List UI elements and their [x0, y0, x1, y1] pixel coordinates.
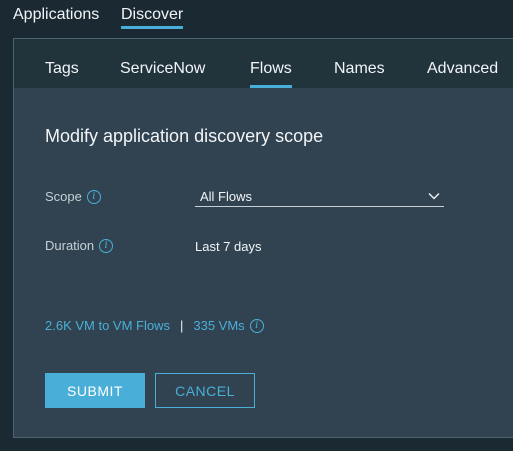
- tab-names[interactable]: Names: [334, 60, 385, 88]
- info-icon[interactable]: i: [99, 238, 114, 253]
- duration-value: Last 7 days: [195, 239, 262, 254]
- vms-count-link[interactable]: 335 VMs: [193, 318, 244, 333]
- scope-select-value: All Flows: [200, 189, 253, 204]
- flows-count-link[interactable]: 2.6K VM to VM Flows: [45, 318, 170, 333]
- top-nav: Applications Discover: [0, 0, 513, 38]
- tab-discover[interactable]: Discover: [121, 6, 184, 29]
- stats-separator: |: [179, 318, 184, 333]
- sub-nav: Tags ServiceNow Flows Names Advanced: [14, 39, 513, 88]
- tab-tags[interactable]: Tags: [45, 60, 79, 88]
- tab-servicenow[interactable]: ServiceNow: [120, 60, 205, 88]
- flow-stats: 2.6K VM to VM Flows | 335 VMs i: [45, 318, 264, 333]
- tab-advanced[interactable]: Advanced: [427, 60, 498, 88]
- scope-select[interactable]: All Flows: [195, 189, 444, 207]
- duration-label-row: Duration i: [45, 238, 114, 253]
- cancel-button[interactable]: CANCEL: [155, 373, 255, 408]
- submit-button[interactable]: SUBMIT: [45, 373, 145, 408]
- discovery-card: Tags ServiceNow Flows Names Advanced Mod…: [13, 38, 513, 438]
- info-icon[interactable]: i: [249, 318, 264, 333]
- chevron-down-icon: [428, 192, 440, 200]
- scope-label: Scope: [45, 189, 82, 204]
- scope-label-row: Scope i: [45, 189, 101, 204]
- info-icon[interactable]: i: [86, 189, 101, 204]
- tab-flows[interactable]: Flows: [250, 60, 292, 88]
- duration-label: Duration: [45, 238, 95, 253]
- page-title: Modify application discovery scope: [45, 126, 324, 146]
- tab-applications[interactable]: Applications: [13, 6, 99, 28]
